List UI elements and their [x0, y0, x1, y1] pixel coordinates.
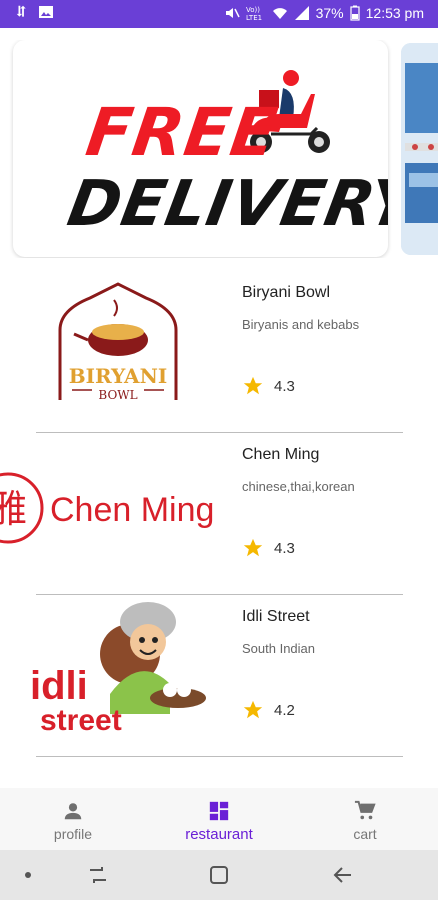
idli-logo-text: idli [30, 664, 88, 708]
free-delivery-banner[interactable]: FREE DELIVERY [13, 40, 388, 257]
star-icon [243, 376, 263, 395]
battery-percent: 37% [315, 5, 344, 21]
idli-street-logo: idli street [0, 594, 230, 749]
restaurant-category: chinese,thai,korean [242, 479, 355, 494]
status-time: 12:53 pm [365, 5, 424, 21]
dashboard-icon [209, 801, 229, 821]
banner-carousel[interactable]: FREE DELIVERY [0, 40, 438, 258]
data-transfer-icon [16, 5, 26, 17]
nav-label: restaurant [185, 826, 253, 843]
star-icon [243, 700, 263, 719]
restaurant-item-idli-street[interactable]: idli street Idli Street South Indian 4.2 [0, 594, 438, 756]
next-banner-peek[interactable] [401, 43, 438, 255]
chen-ming-char: 雅 [0, 487, 27, 531]
status-bar: Vo)) LTE1 37% 12:53 pm [0, 0, 438, 28]
restaurant-rating: 4.2 [242, 699, 295, 721]
restaurant-name: Chen Ming [242, 446, 320, 463]
dot-icon[interactable] [24, 871, 32, 879]
bottom-navigation: profile restaurant cart [0, 788, 438, 850]
back-icon[interactable] [332, 864, 354, 886]
restaurant-rating: 4.3 [242, 375, 295, 397]
home-button-icon[interactable] [208, 864, 230, 886]
banner-free-text: FREE [81, 94, 283, 171]
svg-text:LTE1: LTE1 [246, 14, 262, 21]
star-icon [243, 538, 263, 557]
nav-tab-restaurant[interactable]: restaurant [146, 788, 292, 850]
status-left-icons [14, 4, 54, 20]
restaurant-item-biryani-bowl[interactable]: BIRYANI BOWL Biryani Bowl Biryanis and k… [0, 270, 438, 432]
gallery-icon [39, 6, 53, 18]
nav-label: cart [353, 826, 377, 842]
svg-text:Vo)): Vo)) [246, 6, 260, 14]
status-right-icons: Vo)) LTE1 37% 12:53 pm [224, 5, 424, 21]
rating-value: 4.2 [274, 701, 295, 719]
restaurant-name: Biryani Bowl [242, 284, 331, 301]
nav-tab-profile[interactable]: profile [0, 788, 146, 850]
chen-ming-logo: 雅 Chen Ming [0, 432, 230, 587]
banner-delivery-text: DELIVERY [62, 167, 388, 240]
rating-value: 4.3 [274, 377, 295, 395]
nav-label: profile [53, 826, 93, 842]
recent-apps-icon[interactable] [86, 864, 110, 886]
kitchen-image [401, 43, 438, 255]
wifi-icon [272, 8, 287, 19]
biryani-bowl-logo: BIRYANI BOWL [0, 270, 230, 425]
list-divider [36, 756, 403, 757]
battery-icon [350, 5, 360, 21]
street-logo-text: street [40, 704, 122, 737]
person-icon [64, 803, 82, 820]
nav-tab-cart[interactable]: cart [292, 788, 438, 850]
restaurant-category: South Indian [242, 641, 316, 656]
biryani-logo-text: BIRYANI [69, 364, 167, 388]
volte-icon: Vo))LTE1 [246, 6, 262, 21]
restaurant-category: Biryanis and kebabs [242, 317, 360, 332]
restaurant-rating: 4.3 [242, 537, 295, 559]
cart-icon [354, 800, 376, 820]
restaurant-name: Idli Street [242, 608, 310, 625]
rating-value: 4.3 [274, 539, 295, 557]
signal-icon [294, 6, 309, 20]
bowl-logo-text: BOWL [98, 388, 137, 402]
chen-ming-logo-text: Chen Ming [50, 491, 214, 529]
restaurant-item-chen-ming[interactable]: 雅 Chen Ming Chen Ming chinese,thai,korea… [0, 432, 438, 594]
mute-icon [225, 8, 240, 18]
system-navigation-bar [0, 850, 438, 900]
